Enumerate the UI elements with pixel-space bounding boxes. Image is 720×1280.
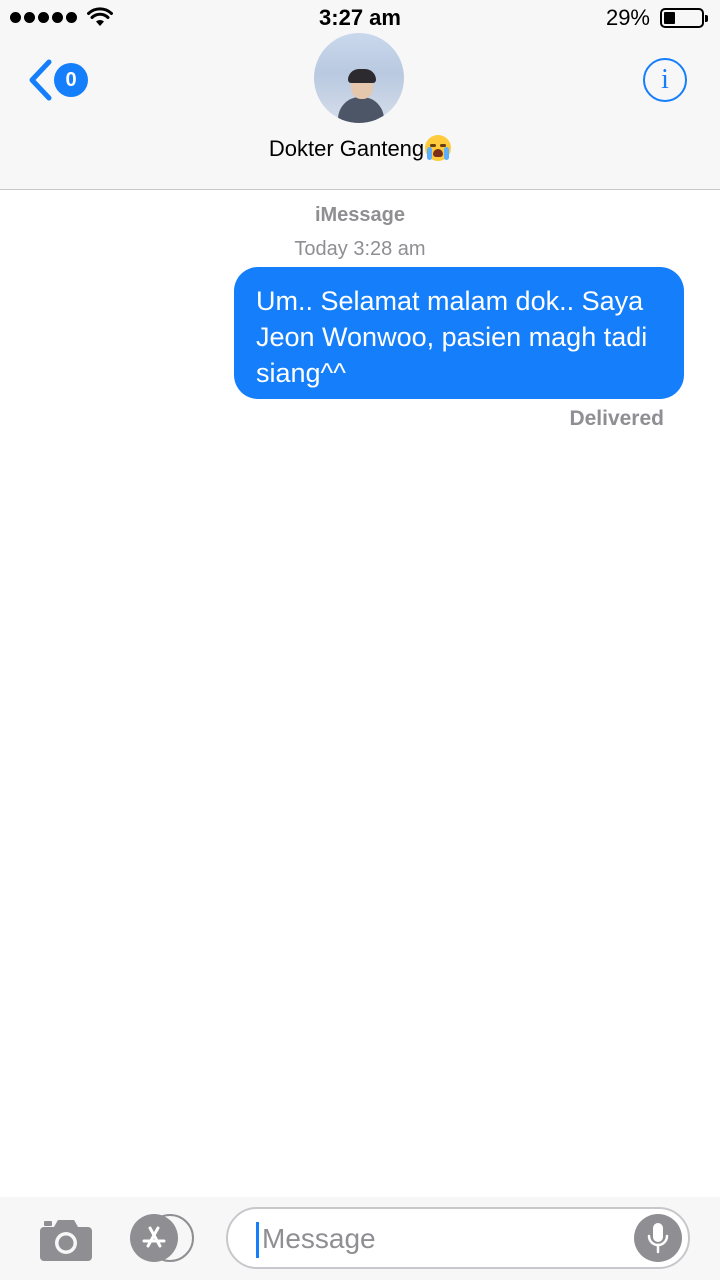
outgoing-message-bubble[interactable]: Um.. Selamat malam dok.. Saya Jeon Wonwo… xyxy=(234,267,684,399)
contact-avatar[interactable] xyxy=(314,33,404,123)
info-button[interactable]: i xyxy=(643,58,687,102)
camera-icon[interactable] xyxy=(38,1217,94,1263)
chevron-left-icon xyxy=(29,59,52,101)
message-field[interactable] xyxy=(226,1207,690,1269)
battery-percentage: 29% xyxy=(605,5,650,30)
input-bar xyxy=(0,1197,720,1280)
delivery-status: Delivered xyxy=(569,407,664,430)
unread-count-badge: 0 xyxy=(54,63,88,97)
microphone-button[interactable] xyxy=(634,1214,682,1262)
text-cursor xyxy=(256,1222,259,1258)
microphone-icon xyxy=(647,1223,669,1254)
battery-icon xyxy=(660,8,708,28)
message-input[interactable] xyxy=(262,1219,622,1259)
contact-name[interactable]: Dokter Ganteng xyxy=(0,135,720,162)
message-timestamp: Today 3:28 am xyxy=(294,238,426,260)
app-store-icon xyxy=(142,1226,166,1248)
service-label: iMessage xyxy=(314,204,406,226)
navigation-header: 3:27 am 29% 0 Dokter Ganteng i xyxy=(0,0,720,190)
back-button[interactable]: 0 xyxy=(28,58,88,102)
status-bar: 3:27 am 29% xyxy=(0,0,720,36)
app-store-button[interactable] xyxy=(130,1214,196,1262)
contact-name-text: Dokter Ganteng xyxy=(268,136,425,161)
info-icon: i xyxy=(661,64,669,95)
loudly-crying-face-emoji-icon xyxy=(425,135,452,161)
